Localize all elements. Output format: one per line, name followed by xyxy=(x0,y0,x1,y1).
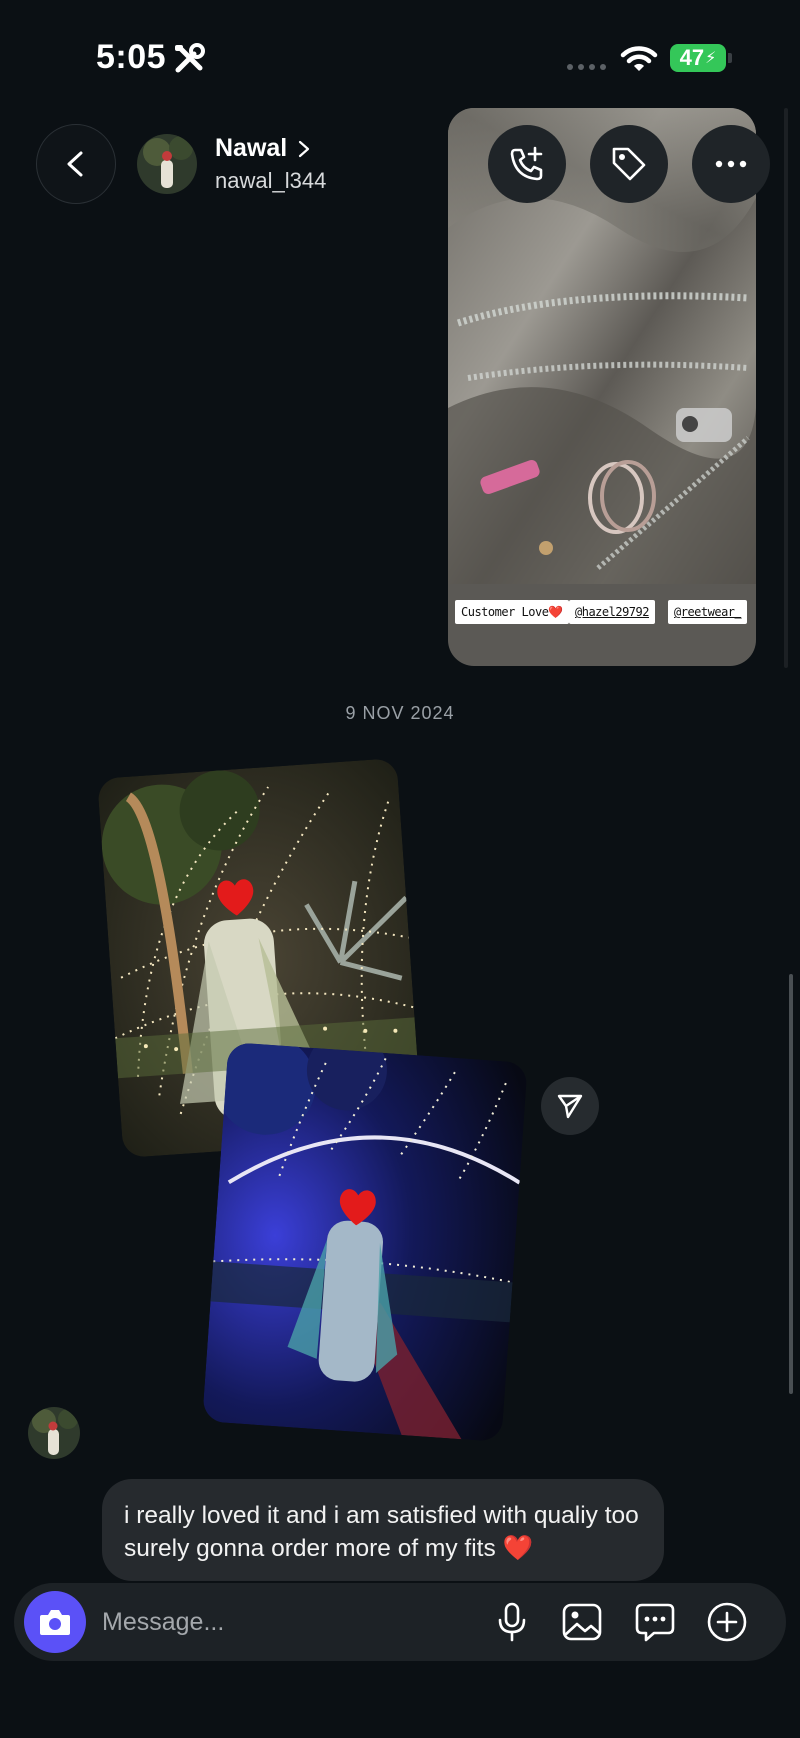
send-icon xyxy=(557,1094,583,1119)
microphone-button[interactable] xyxy=(490,1600,534,1644)
tag-button[interactable] xyxy=(590,125,668,203)
back-button[interactable] xyxy=(36,124,116,204)
scroll-track xyxy=(784,108,788,668)
chevron-left-icon xyxy=(67,151,83,177)
date-divider: 9 NOV 2024 xyxy=(345,703,455,723)
tag-hazel[interactable]: @hazel29792 xyxy=(569,600,655,624)
message-text: i really loved it and i am satisfied wit… xyxy=(124,1502,639,1562)
message-input[interactable] xyxy=(102,1603,462,1641)
avatar[interactable] xyxy=(137,134,197,194)
add-button[interactable] xyxy=(705,1600,749,1644)
call-button[interactable] xyxy=(488,125,566,203)
tag-customer-love[interactable]: Customer Love❤️ xyxy=(455,600,569,624)
battery-tip xyxy=(728,53,732,63)
photo-message-2[interactable] xyxy=(202,1041,528,1443)
tag-icon xyxy=(612,147,646,181)
chevron-right-icon xyxy=(299,140,310,157)
tools-icon xyxy=(175,43,205,73)
plus-circle-icon xyxy=(707,1602,747,1642)
chat-bubble-icon xyxy=(635,1603,675,1642)
share-button[interactable] xyxy=(541,1077,599,1135)
status-time: 5:05 xyxy=(96,38,167,76)
contact-username: nawal_l344 xyxy=(215,168,327,193)
scrollbar[interactable] xyxy=(789,974,793,1394)
message-bubble[interactable]: i really loved it and i am satisfied wit… xyxy=(102,1479,664,1581)
more-options-button[interactable] xyxy=(692,125,770,203)
photo-blue-arch xyxy=(202,1041,528,1443)
chat-extras-button[interactable] xyxy=(633,1600,677,1644)
contact-name[interactable]: Nawal xyxy=(215,134,311,163)
camera-button[interactable] xyxy=(24,1591,86,1653)
gallery-button[interactable] xyxy=(560,1600,604,1644)
wifi-icon xyxy=(620,46,658,71)
sender-avatar[interactable] xyxy=(28,1407,80,1459)
tag-reetwear[interactable]: @reetwear_ xyxy=(668,600,748,624)
image-icon xyxy=(562,1603,602,1641)
camera-icon xyxy=(40,1610,70,1635)
battery-indicator: 47 ⚡ xyxy=(670,44,726,72)
more-dots-icon xyxy=(715,160,747,168)
signal-icon xyxy=(567,64,606,70)
microphone-icon xyxy=(498,1602,526,1642)
phone-plus-icon xyxy=(510,146,543,181)
